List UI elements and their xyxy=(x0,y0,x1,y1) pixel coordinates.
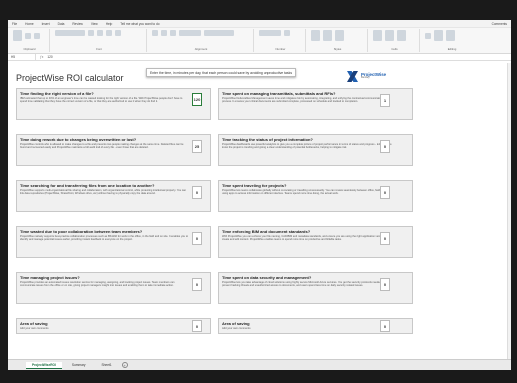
value-cell-left-1[interactable]: 120 xyxy=(192,93,202,106)
ribbon-toolbar: Clipboard Font Alignment Number Styles C… xyxy=(8,28,511,54)
value-cell-right-3[interactable]: 0 xyxy=(380,186,390,199)
ribbon-group-font: Font xyxy=(52,29,147,52)
cell-styles-icon[interactable] xyxy=(335,30,344,41)
card-description: With ProjectWise you can enforce your fi… xyxy=(222,235,389,242)
find-select-icon[interactable] xyxy=(446,30,455,41)
delete-cells-icon[interactable] xyxy=(385,30,394,41)
card-left-2: Time doing rework due to changes being o… xyxy=(16,134,211,166)
sheet-tab-bar: ProjectWiseROI Summary Sheet1 + xyxy=(8,359,511,370)
bold-icon[interactable] xyxy=(97,30,103,36)
ribbon-group-number: Number xyxy=(256,29,306,52)
format-table-icon[interactable] xyxy=(323,30,332,41)
card-description: ProjectWise Deliverables Management save… xyxy=(222,97,383,104)
projectwise-logo-icon xyxy=(347,71,358,82)
insert-cells-icon[interactable] xyxy=(373,30,382,41)
sheet-tab-summary[interactable]: Summary xyxy=(66,362,92,368)
conditional-format-icon[interactable] xyxy=(311,30,320,41)
card-title: Area of saving xyxy=(20,321,48,326)
copy-icon[interactable] xyxy=(34,32,40,39)
ribbon-tab-bar: File Home Insert Data Review View Help T… xyxy=(8,20,511,28)
page-title: ProjectWise ROI calculator xyxy=(16,73,124,83)
ribbon-group-alignment: Alignment xyxy=(149,29,254,52)
tab-insert[interactable]: Insert xyxy=(42,22,50,26)
comments-button[interactable]: Comments xyxy=(492,22,507,26)
card-description: Add your own comments xyxy=(222,327,251,330)
card-description: ProjectWise supports multi-organizationa… xyxy=(20,189,187,196)
excel-window: File Home Insert Data Review View Help T… xyxy=(8,20,511,370)
card-description: ProjectWise provides an automated issues… xyxy=(20,281,175,288)
fx-icon[interactable]: ƒx xyxy=(36,55,47,59)
sheet-tab-sheet1[interactable]: Sheet1 xyxy=(96,362,118,368)
name-box[interactable]: H5 xyxy=(8,54,36,60)
card-left-1: Time finding the right version of a file… xyxy=(16,88,211,120)
cut-icon[interactable] xyxy=(25,32,31,39)
projectwise-logo: ProjectWise Bentley xyxy=(347,71,386,82)
tab-view[interactable]: View xyxy=(91,22,98,26)
ribbon-group-cells: Cells xyxy=(370,29,420,52)
tab-file[interactable]: File xyxy=(12,22,17,26)
value-cell-right-5[interactable]: 0 xyxy=(380,278,390,291)
card-description: ProjectWise lets teams collaborate globa… xyxy=(222,189,390,196)
card-left-3: Time searching for and transferring file… xyxy=(16,180,211,212)
wrap-text-button[interactable] xyxy=(179,30,201,36)
card-title: Time wasted due to poor collaboration be… xyxy=(20,229,143,234)
card-left-4: Time wasted due to poor collaboration be… xyxy=(16,226,211,258)
add-sheet-icon[interactable]: + xyxy=(121,362,128,368)
sort-filter-icon[interactable] xyxy=(434,30,443,41)
align-center-icon[interactable] xyxy=(161,30,167,36)
logo-sub: Bentley xyxy=(361,76,370,80)
card-left-5: Time managing project issues? ProjectWis… xyxy=(16,272,211,304)
card-title: Time searching for and transferring file… xyxy=(20,183,155,188)
align-left-icon[interactable] xyxy=(152,30,158,36)
value-cell-left-3[interactable]: 0 xyxy=(192,186,202,199)
number-format-select[interactable] xyxy=(259,30,281,36)
value-cell-right-2[interactable]: 0 xyxy=(380,140,390,153)
value-cell-right-1[interactable]: 1 xyxy=(380,94,390,107)
input-tooltip: Enter the time, in minutes per day, that… xyxy=(146,68,296,77)
formula-input[interactable]: 120 xyxy=(47,55,52,59)
value-cell-left-6[interactable]: 0 xyxy=(192,320,202,332)
tab-home[interactable]: Home xyxy=(25,22,34,26)
ribbon-group-styles: Styles xyxy=(308,29,368,52)
format-cells-icon[interactable] xyxy=(397,30,406,41)
merge-center-button[interactable] xyxy=(204,30,234,36)
ribbon-group-editing: Editing xyxy=(422,29,482,52)
value-cell-right-4[interactable]: 0 xyxy=(380,232,390,245)
tell-me-search[interactable]: Tell me what you want to do xyxy=(120,22,159,26)
ribbon-group-clipboard: Clipboard xyxy=(10,29,50,52)
italic-icon[interactable] xyxy=(106,30,112,36)
card-title: Time finding the right version of a file… xyxy=(20,91,94,96)
paste-icon[interactable] xyxy=(13,30,22,41)
card-description: ProjectWise natively supports best-pract… xyxy=(20,235,189,242)
font-family-select[interactable] xyxy=(55,30,85,36)
tab-review[interactable]: Review xyxy=(72,22,82,26)
value-cell-left-4[interactable]: 0 xyxy=(192,232,202,245)
value-cell-left-5[interactable]: 0 xyxy=(192,278,202,291)
autosum-icon[interactable] xyxy=(425,32,431,39)
sheet-tab-projectwise-roi[interactable]: ProjectWiseROI xyxy=(26,361,62,369)
value-cell-left-2[interactable]: 25 xyxy=(192,140,202,153)
tab-help[interactable]: Help xyxy=(106,22,113,26)
card-title: Time doing rework due to changes being o… xyxy=(20,137,137,142)
value-cell-right-6[interactable]: 0 xyxy=(380,320,390,332)
align-right-icon[interactable] xyxy=(170,30,176,36)
underline-icon[interactable] xyxy=(115,30,121,36)
percent-icon[interactable] xyxy=(284,30,290,36)
font-size-select[interactable] xyxy=(88,30,94,36)
card-description: ProjectWise controls who is allowed to m… xyxy=(20,143,184,150)
card-title: Time managing project issues? xyxy=(20,275,80,280)
card-description: ProjectWise lets you take advantage of c… xyxy=(222,281,385,288)
vertical-scrollbar[interactable] xyxy=(507,63,511,359)
card-description: IBM estimated that up to 40% of an engin… xyxy=(20,97,183,104)
tab-data[interactable]: Data xyxy=(58,22,65,26)
card-description: ProjectWise dashboards use powerful anal… xyxy=(222,143,392,150)
card-description: Add your own comments xyxy=(20,327,49,330)
formula-bar: H5 ƒx 120 xyxy=(8,54,511,61)
card-left-6: Area of saving Add your own comments xyxy=(16,318,211,334)
